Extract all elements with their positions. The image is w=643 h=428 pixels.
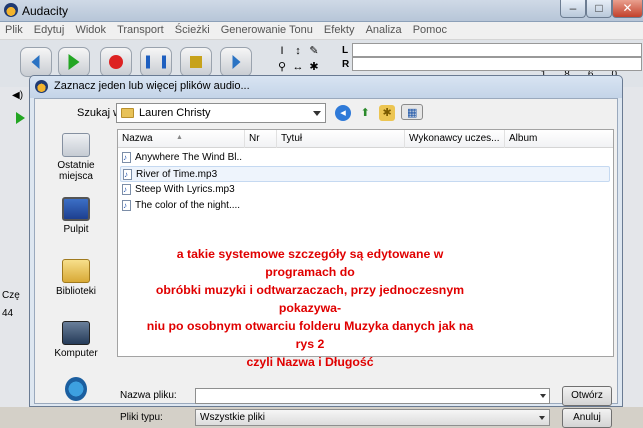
menu-transport[interactable]: Transport bbox=[112, 22, 167, 36]
cancel-button[interactable]: Anuluj bbox=[562, 408, 612, 428]
place-recent[interactable]: Ostatnie miejsca bbox=[35, 133, 117, 182]
pause-button[interactable] bbox=[140, 47, 172, 77]
back-icon[interactable]: ◂ bbox=[335, 105, 351, 121]
dialog-titlebar: Zaznacz jeden lub więcej plików audio... bbox=[30, 76, 622, 98]
meter-left-label: L bbox=[342, 45, 349, 56]
nav-toolbar: ◂ ⬆ ✱ ▦ bbox=[335, 104, 426, 121]
file-row[interactable]: Steep With Lyrics.mp3 bbox=[120, 182, 610, 198]
maximize-button[interactable]: □ bbox=[586, 0, 612, 18]
menu-bar: Plik Edytuj Widok Transport Ścieżki Gene… bbox=[0, 22, 643, 40]
audacity-titlebar: Audacity – □ ✕ bbox=[0, 0, 643, 22]
menu-analiza[interactable]: Analiza bbox=[361, 22, 405, 36]
file-name: The color of the night.... bbox=[135, 200, 241, 211]
filename-input[interactable] bbox=[195, 388, 550, 404]
menu-efekty[interactable]: Efekty bbox=[319, 22, 358, 36]
place-label: Biblioteki bbox=[55, 286, 97, 297]
chevron-down-icon bbox=[539, 416, 545, 423]
place-label: Pulpit bbox=[63, 224, 89, 235]
audio-file-icon bbox=[122, 198, 131, 214]
lookin-dropdown[interactable]: Lauren Christy bbox=[116, 103, 326, 123]
menu-pomoc[interactable]: Pomoc bbox=[408, 22, 450, 36]
annotation-line: a takie systemowe szczegóły są edytowane… bbox=[176, 247, 444, 279]
meter-right-label: R bbox=[342, 59, 350, 70]
annotation-text: a takie systemowe szczegóły są edytowane… bbox=[140, 245, 480, 371]
libraries-icon bbox=[62, 259, 90, 283]
places-bar: Ostatnie miejsca Pulpit Biblioteki Kompu… bbox=[35, 129, 117, 403]
computer-icon bbox=[62, 321, 90, 345]
file-row[interactable]: The color of the night.... bbox=[120, 198, 610, 214]
column-wykonawcy[interactable]: Wykonawcy uczes... bbox=[405, 130, 505, 148]
column-album[interactable]: Album bbox=[505, 130, 615, 148]
recent-places-icon bbox=[62, 133, 90, 157]
envelope-tool-icon[interactable]: ↕ bbox=[291, 44, 305, 58]
volume-icon: ◀) bbox=[12, 90, 24, 101]
close-button[interactable]: ✕ bbox=[612, 0, 643, 18]
place-label: Komputer bbox=[54, 348, 98, 359]
menu-edytuj[interactable]: Edytuj bbox=[29, 22, 68, 36]
play-button[interactable] bbox=[58, 47, 90, 77]
new-folder-icon[interactable]: ✱ bbox=[379, 105, 396, 121]
file-name: River of Time.mp3 bbox=[136, 169, 218, 180]
audacity-logo-icon bbox=[4, 3, 18, 17]
column-tytul[interactable]: Tytuł bbox=[277, 130, 405, 148]
open-button[interactable]: Otwórz bbox=[562, 386, 612, 406]
network-icon bbox=[65, 377, 87, 401]
menu-plik[interactable]: Plik bbox=[0, 22, 26, 36]
meter-left-bar[interactable] bbox=[352, 43, 642, 57]
project-rate-label: Czę bbox=[2, 290, 20, 301]
list-header: Nazwa ▲ Nr Tytuł Wykonawcy uczes... Album bbox=[118, 130, 613, 148]
audacity-right-panel bbox=[622, 87, 643, 407]
selection-tool-icon[interactable]: I bbox=[275, 44, 289, 58]
menu-widok[interactable]: Widok bbox=[70, 22, 109, 36]
file-name: Steep With Lyrics.mp3 bbox=[135, 184, 235, 195]
menu-generowanie-tonu[interactable]: Generowanie Tonu bbox=[216, 22, 316, 36]
timeshift-tool-icon[interactable]: ↔ bbox=[291, 60, 305, 74]
place-network[interactable] bbox=[35, 377, 117, 404]
annotation-line: niu po osobnym otwarciu folderu Muzyka d… bbox=[146, 319, 474, 351]
chevron-down-icon bbox=[313, 111, 321, 120]
view-menu-icon[interactable]: ▦ bbox=[401, 104, 424, 120]
audio-file-icon bbox=[123, 167, 132, 183]
folder-icon bbox=[121, 108, 134, 118]
annotation-line: czyli Nazwa i Długość bbox=[246, 355, 374, 369]
place-label: Ostatnie miejsca bbox=[57, 160, 95, 182]
project-rate-value: 44 bbox=[2, 308, 14, 319]
multi-tool-icon[interactable]: ✱ bbox=[307, 60, 321, 74]
file-name: Anywhere The Wind Bl... bbox=[135, 152, 243, 163]
skip-end-button[interactable] bbox=[220, 47, 252, 77]
dialog-title: Zaznacz jeden lub więcej plików audio... bbox=[54, 80, 250, 92]
filetype-value: Wszystkie pliki bbox=[200, 412, 266, 423]
filetype-select[interactable]: Wszystkie pliki bbox=[195, 409, 550, 426]
meter-right-bar[interactable] bbox=[352, 57, 642, 71]
file-row-selected[interactable]: River of Time.mp3 bbox=[120, 166, 610, 183]
skip-start-button[interactable] bbox=[20, 47, 52, 77]
place-desktop[interactable]: Pulpit bbox=[35, 197, 117, 235]
place-computer[interactable]: Komputer bbox=[35, 321, 117, 359]
annotation-line: obróbki muzyki i odtwarzaczach, przy jed… bbox=[155, 283, 465, 315]
audio-file-icon bbox=[122, 182, 131, 198]
minimize-button[interactable]: – bbox=[560, 0, 586, 18]
record-button[interactable] bbox=[100, 47, 132, 77]
zoom-tool-icon[interactable]: ⚲ bbox=[275, 60, 289, 74]
filename-label: Nazwa pliku: bbox=[120, 390, 177, 401]
column-nr[interactable]: Nr bbox=[245, 130, 277, 148]
dialog-audacity-icon bbox=[35, 80, 48, 93]
file-row[interactable]: Anywhere The Wind Bl... bbox=[120, 150, 610, 166]
menu-sciezki[interactable]: Ścieżki bbox=[170, 22, 213, 36]
place-libraries[interactable]: Biblioteki bbox=[35, 259, 117, 297]
up-folder-icon[interactable]: ⬆ bbox=[357, 105, 373, 121]
audio-file-icon bbox=[122, 150, 131, 166]
draw-tool-icon[interactable]: ✎ bbox=[307, 44, 321, 58]
column-nazwa[interactable]: Nazwa ▲ bbox=[118, 130, 245, 148]
filetype-label: Pliki typu: bbox=[120, 412, 163, 423]
chevron-down-icon bbox=[540, 394, 546, 401]
stop-button[interactable] bbox=[180, 47, 212, 77]
sort-asc-icon: ▲ bbox=[176, 134, 183, 141]
lookin-value: Lauren Christy bbox=[139, 107, 211, 119]
desktop-icon bbox=[62, 197, 90, 221]
audacity-title: Audacity bbox=[22, 4, 69, 18]
